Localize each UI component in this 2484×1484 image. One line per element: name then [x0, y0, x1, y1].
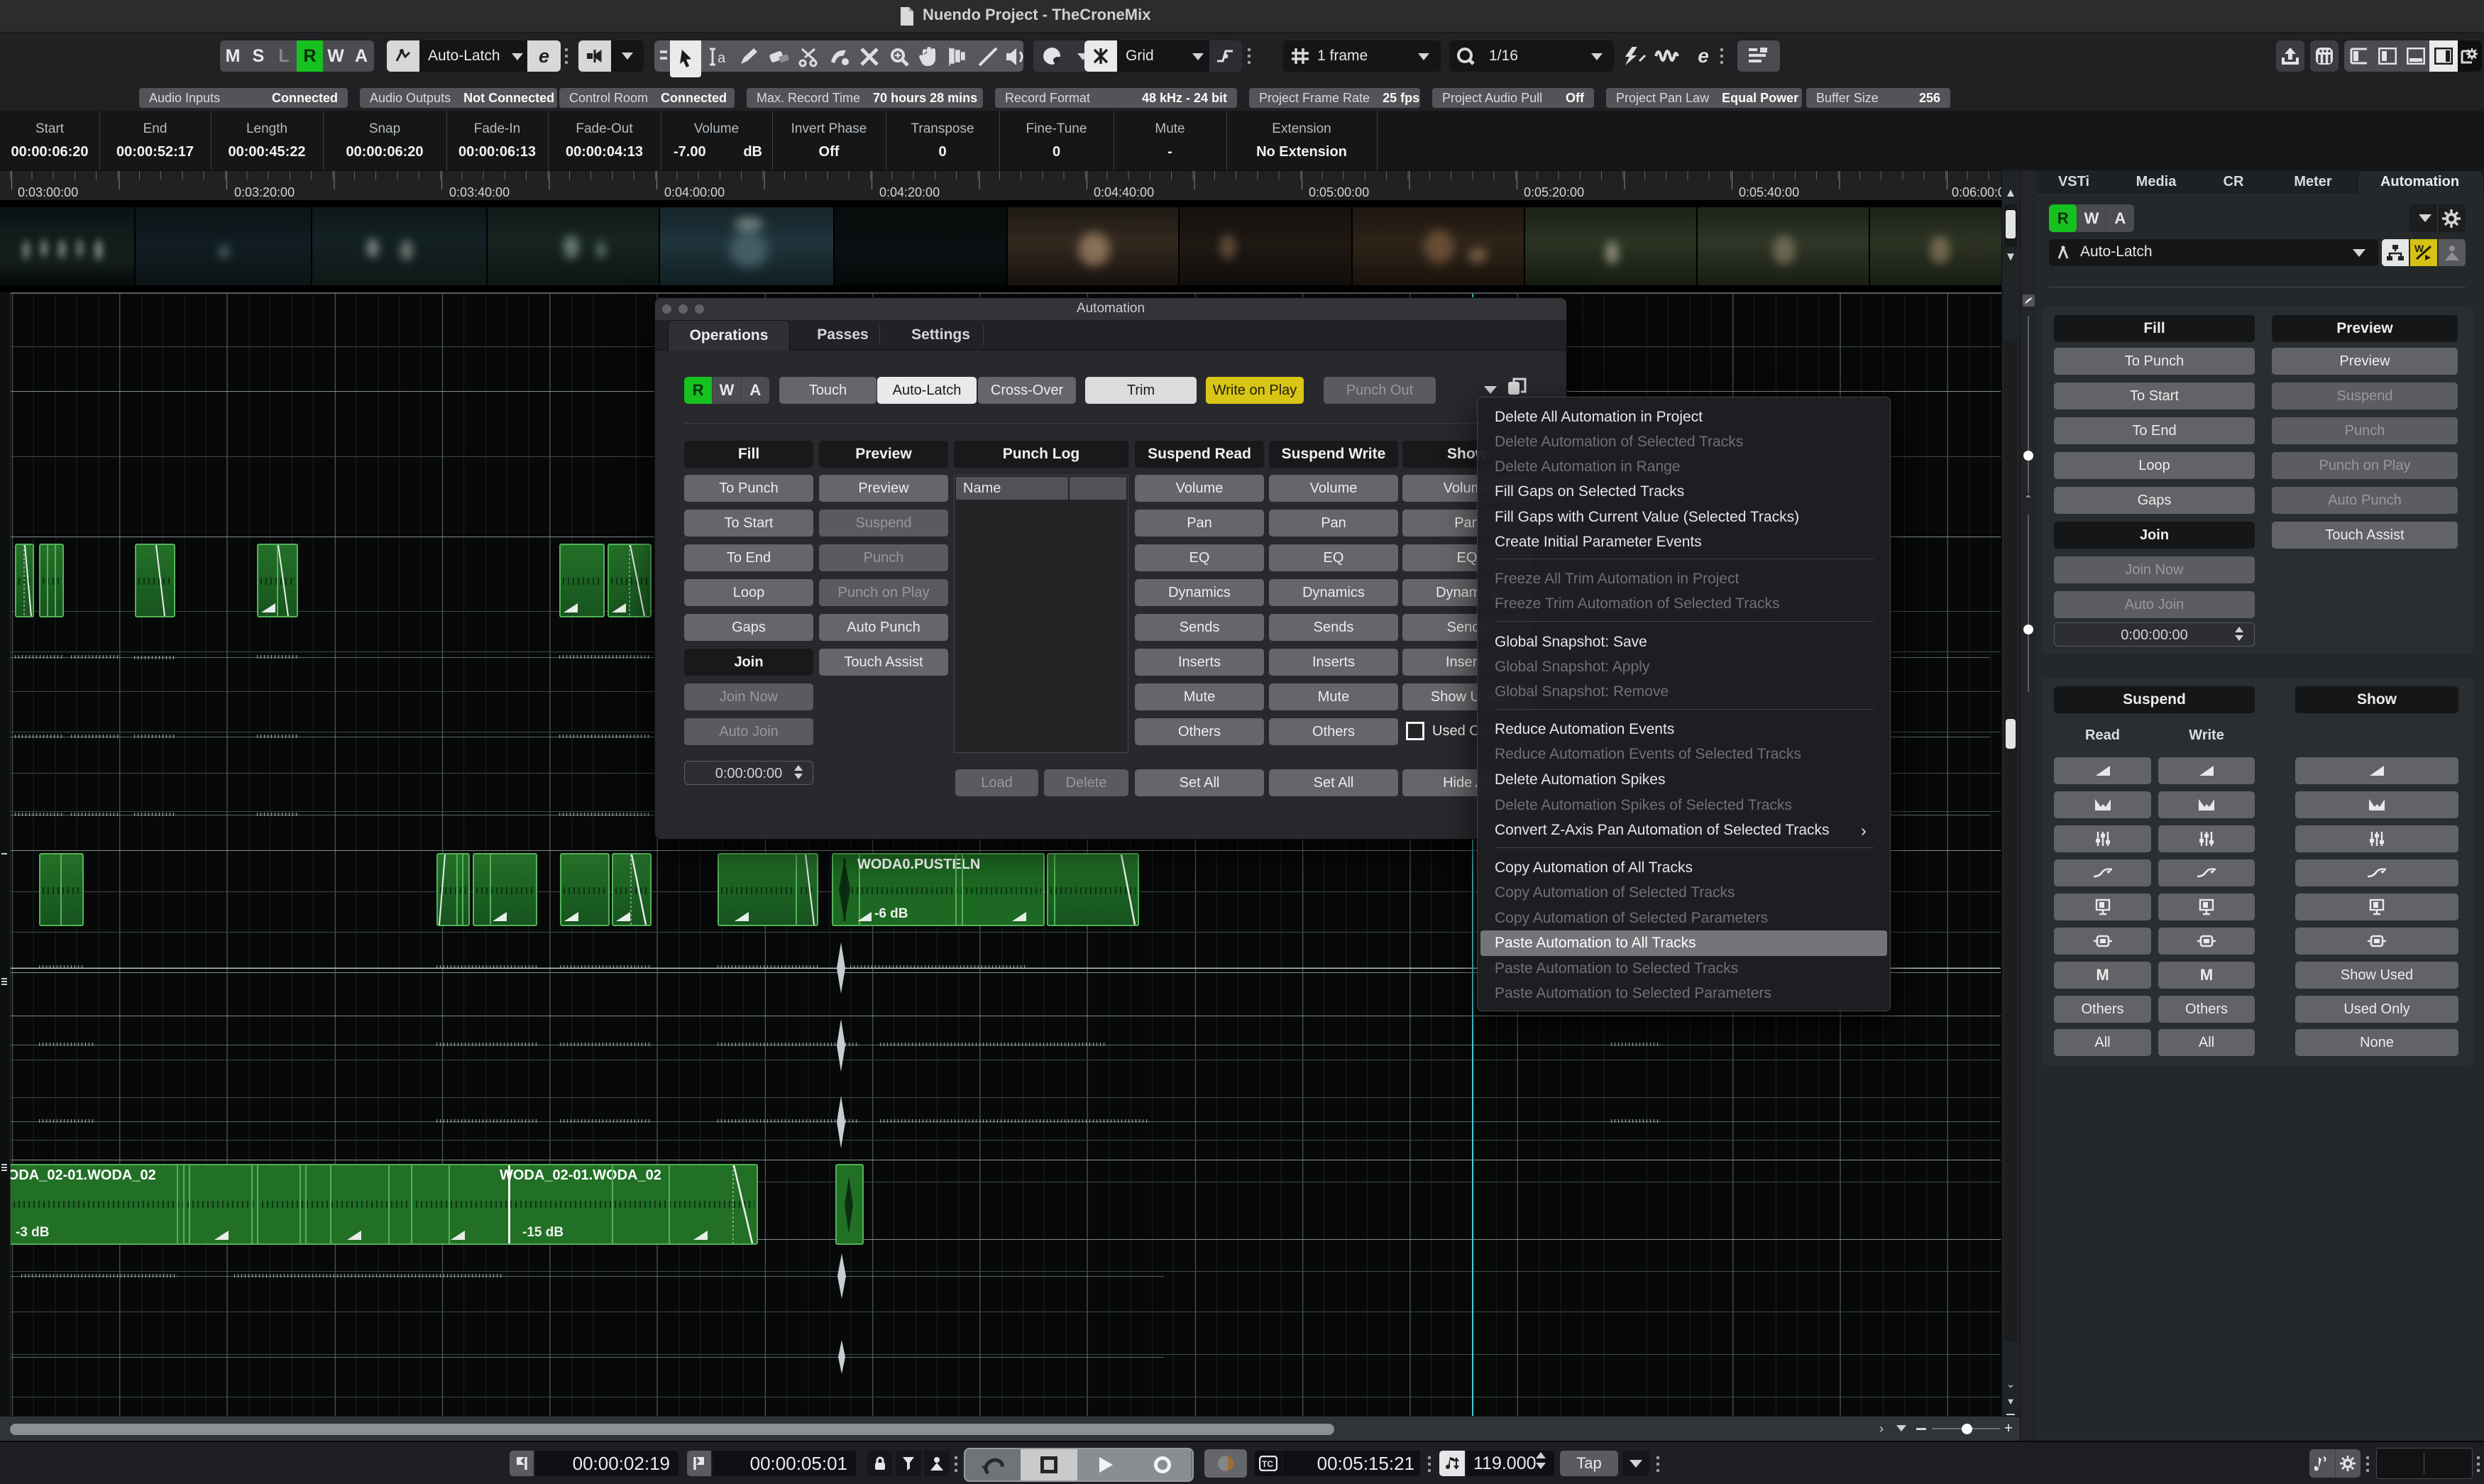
svg-text:TC: TC	[1262, 1459, 1273, 1469]
svg-text:a: a	[718, 50, 726, 66]
